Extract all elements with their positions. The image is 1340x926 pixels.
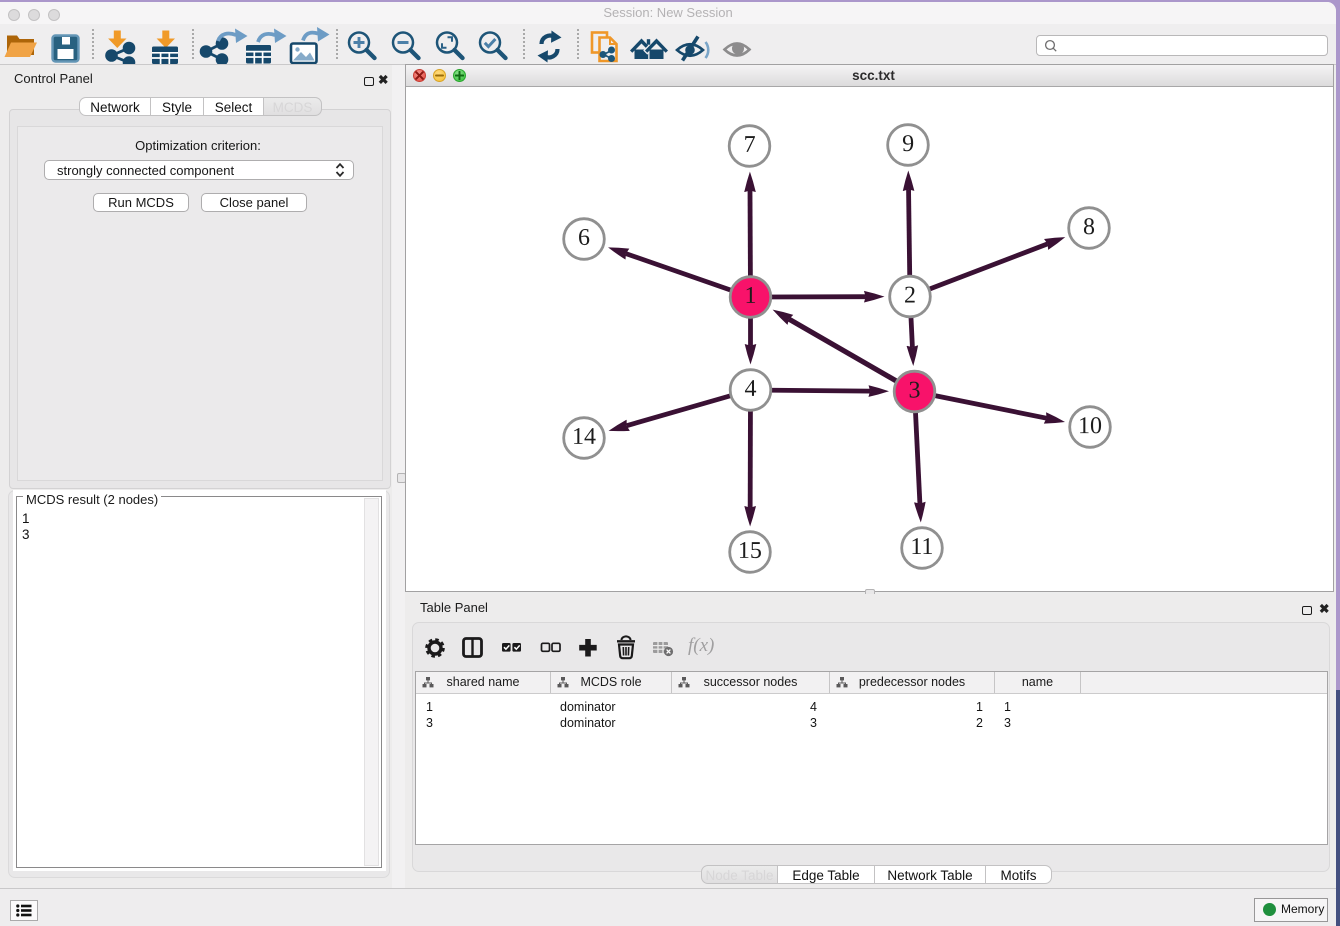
svg-text:9: 9	[902, 131, 914, 157]
svg-text:11: 11	[910, 534, 933, 560]
svg-text:2: 2	[904, 283, 916, 309]
svg-text:1: 1	[745, 283, 757, 309]
svg-text:3: 3	[908, 378, 920, 404]
svg-text:6: 6	[578, 225, 590, 251]
svg-text:14: 14	[572, 424, 596, 450]
svg-text:8: 8	[1083, 214, 1095, 240]
svg-text:7: 7	[744, 132, 756, 158]
svg-text:15: 15	[738, 538, 762, 564]
svg-text:10: 10	[1078, 413, 1102, 439]
svg-text:4: 4	[744, 376, 756, 402]
